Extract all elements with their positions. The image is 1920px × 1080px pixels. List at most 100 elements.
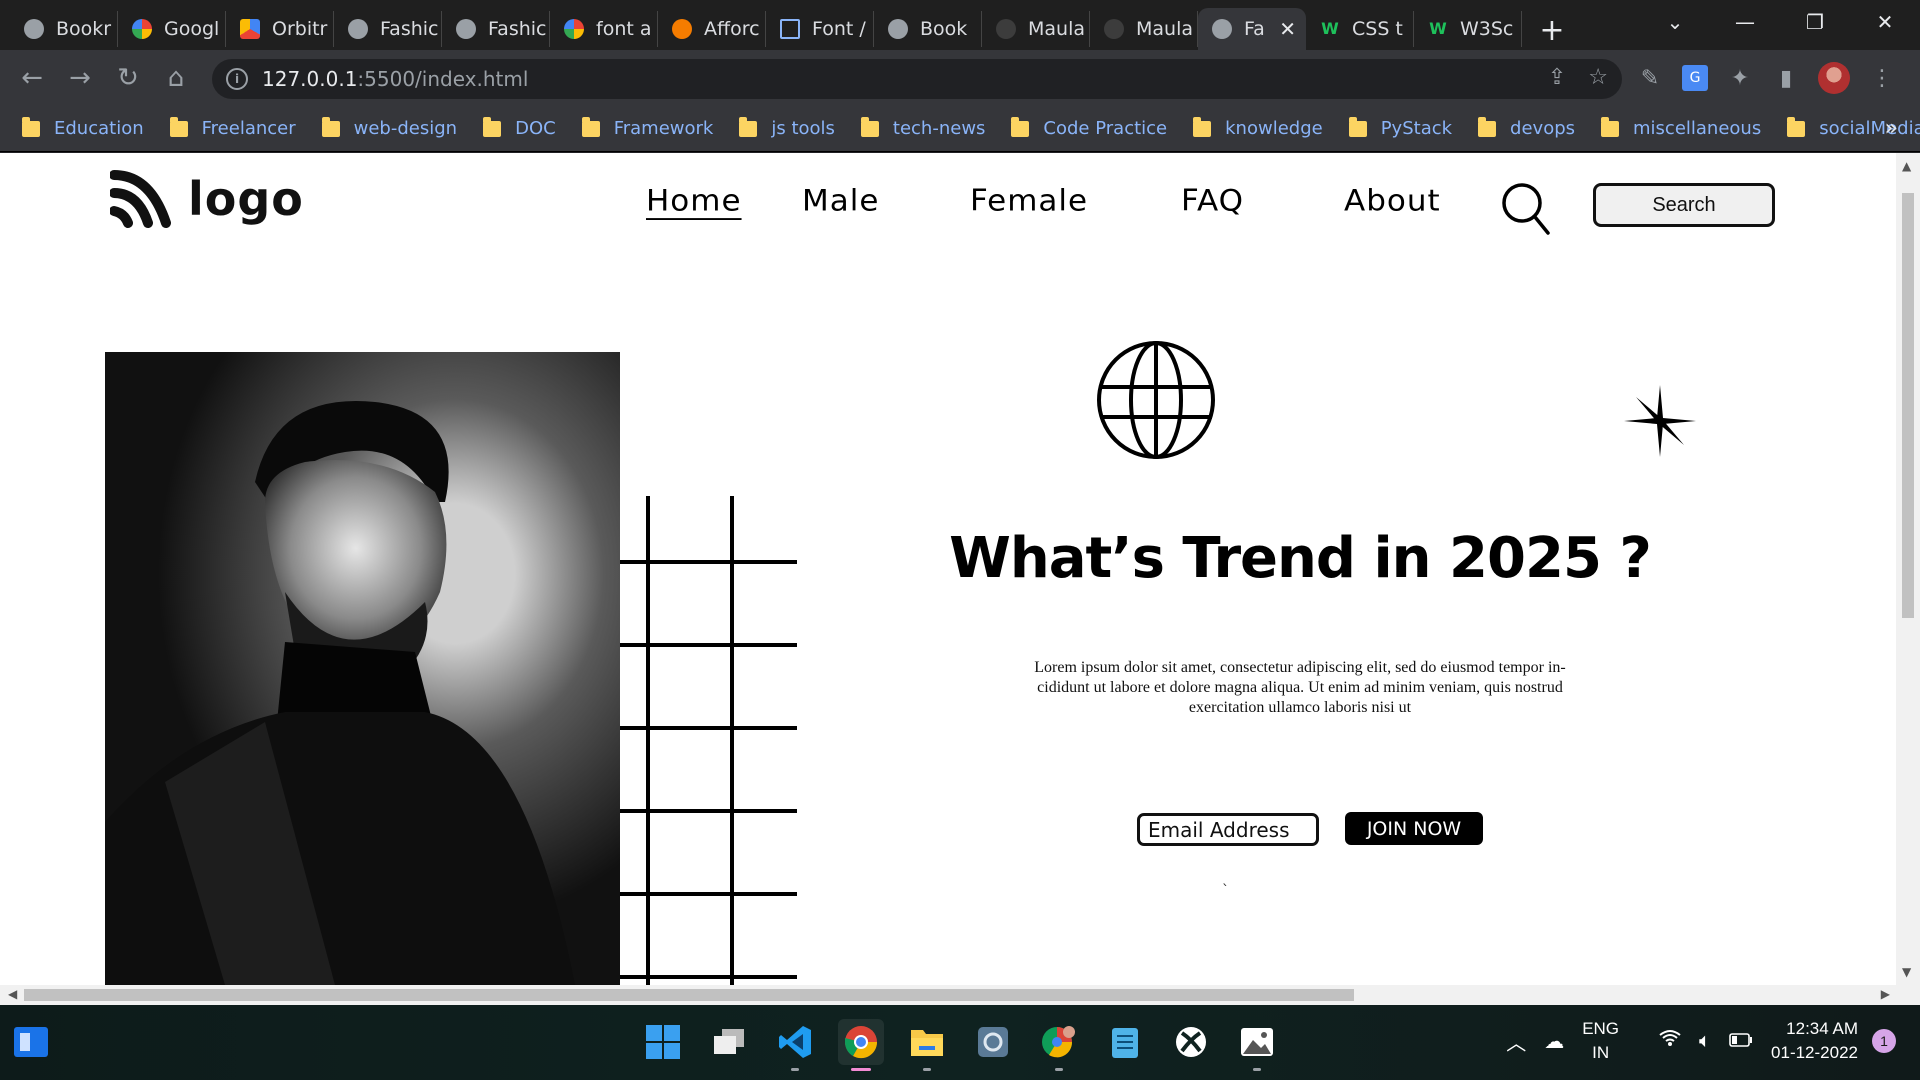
home-icon[interactable]: ⌂ xyxy=(160,62,192,94)
bookmark-folder[interactable]: Education xyxy=(22,116,144,139)
minimize-icon[interactable]: — xyxy=(1710,0,1780,44)
address-bar[interactable]: i 127.0.0.1:5500/index.html ⇪ ☆ xyxy=(212,59,1622,99)
vertical-scrollbar[interactable]: ▲ ▼ xyxy=(1896,153,1920,985)
onedrive-icon[interactable]: ☁ xyxy=(1544,1029,1564,1054)
screen-capture-icon[interactable] xyxy=(970,1019,1016,1065)
tab[interactable]: Maula xyxy=(1090,11,1198,47)
photos-icon[interactable] xyxy=(1234,1019,1280,1071)
scroll-left-icon[interactable]: ◀ xyxy=(8,987,17,1001)
clock[interactable]: 12:34 AM 01-12-2022 xyxy=(1771,1017,1858,1065)
nav-home[interactable]: Home xyxy=(646,184,742,218)
scroll-up-icon[interactable]: ▲ xyxy=(1902,159,1911,173)
bookmark-folder[interactable]: devops xyxy=(1478,116,1575,139)
bookmark-folder[interactable]: web-design xyxy=(321,116,457,139)
bookmark-label: Framework xyxy=(613,118,714,139)
back-icon[interactable]: ← xyxy=(16,62,48,94)
globe-icon xyxy=(1212,19,1232,39)
new-tab-button[interactable]: + xyxy=(1532,10,1572,50)
notepad-icon[interactable] xyxy=(1102,1019,1148,1065)
tab[interactable]: Afforc xyxy=(658,11,766,47)
clock-date: 01-12-2022 xyxy=(1771,1043,1858,1062)
hero-photo xyxy=(105,352,620,985)
portrait-silhouette xyxy=(105,401,575,985)
tab[interactable]: Fashic xyxy=(334,11,442,47)
scroll-right-icon[interactable]: ▶ xyxy=(1881,987,1890,1001)
nav-faq[interactable]: FAQ xyxy=(1181,184,1244,218)
nav-male[interactable]: Male xyxy=(802,184,879,218)
join-now-button[interactable]: JOIN NOW xyxy=(1345,812,1483,845)
side-panel-icon[interactable]: ▮ xyxy=(1772,64,1800,92)
search-button[interactable]: Search xyxy=(1593,183,1775,227)
widgets-icon[interactable] xyxy=(14,1027,48,1057)
bookmark-folder[interactable]: js tools xyxy=(739,116,835,139)
horizontal-scrollbar[interactable]: ◀ ▶ xyxy=(0,985,1920,1005)
bookmark-folder[interactable]: knowledge xyxy=(1193,116,1323,139)
language-indicator[interactable]: ENG IN xyxy=(1582,1017,1619,1065)
wifi-icon[interactable] xyxy=(1659,1029,1681,1053)
hero-paragraph: Lorem ipsum dolor sit amet, consectetur … xyxy=(1034,659,1566,716)
windows-start-icon[interactable] xyxy=(640,1019,686,1065)
tab-title: CSS t xyxy=(1352,18,1403,40)
kebab-menu-icon[interactable]: ⋮ xyxy=(1868,64,1896,92)
tab[interactable]: Googl xyxy=(118,11,226,47)
eyedropper-extension-icon[interactable]: ✎ xyxy=(1636,64,1664,92)
reload-icon[interactable]: ↻ xyxy=(112,62,144,94)
search-icon[interactable] xyxy=(1500,181,1552,237)
tab[interactable]: Font / xyxy=(766,11,874,47)
tab[interactable]: Maula xyxy=(982,11,1090,47)
share-icon[interactable]: ⇪ xyxy=(1548,65,1566,90)
site-info-icon[interactable]: i xyxy=(226,68,248,90)
tab[interactable]: Orbitr xyxy=(226,11,334,47)
bookmark-folder[interactable]: Freelancer xyxy=(169,116,296,139)
bookmark-folder[interactable]: Framework xyxy=(581,116,714,139)
nav-about[interactable]: About xyxy=(1344,184,1441,218)
site-logo[interactable]: logo xyxy=(110,169,304,229)
nav-female[interactable]: Female xyxy=(970,184,1088,218)
close-icon[interactable]: ✕ xyxy=(1279,17,1296,41)
tab-title: font a xyxy=(596,18,652,40)
scrollbar-thumb[interactable] xyxy=(24,989,1354,1001)
tab-active[interactable]: Fa ✕ xyxy=(1198,8,1306,50)
tab[interactable]: font a xyxy=(550,11,658,47)
scroll-down-icon[interactable]: ▼ xyxy=(1902,965,1911,979)
bookmark-label: DOC xyxy=(515,118,556,139)
restore-icon[interactable]: ❐ xyxy=(1780,0,1850,44)
chrome-icon[interactable] xyxy=(838,1019,884,1071)
tab[interactable]: W CSS t xyxy=(1306,11,1414,47)
translate-extension-icon[interactable]: G xyxy=(1682,65,1708,91)
scrollbar-thumb[interactable] xyxy=(1902,193,1914,618)
folder-icon xyxy=(483,116,502,137)
chevron-up-icon[interactable]: ︿ xyxy=(1506,1027,1526,1056)
battery-icon[interactable] xyxy=(1729,1030,1753,1053)
file-explorer-icon[interactable] xyxy=(904,1019,950,1071)
puzzle-icon[interactable]: ✦ xyxy=(1726,64,1754,92)
volume-icon[interactable]: 🔈︎ xyxy=(1699,1030,1711,1053)
chrome-profile-icon[interactable] xyxy=(1036,1019,1082,1071)
bookmark-folder[interactable]: Code Practice xyxy=(1011,116,1167,139)
bookmark-folder[interactable]: tech-news xyxy=(860,116,985,139)
tab[interactable]: Book xyxy=(874,11,982,47)
email-field[interactable] xyxy=(1137,813,1319,846)
tab-search-icon[interactable]: ⌄ xyxy=(1640,0,1710,44)
language: ENG xyxy=(1582,1019,1620,1038)
tab[interactable]: Bookr xyxy=(10,11,118,47)
bookmark-folder[interactable]: DOC xyxy=(483,116,556,139)
xbox-icon[interactable] xyxy=(1168,1019,1214,1065)
google-meet-icon xyxy=(132,19,152,39)
star-icon[interactable]: ☆ xyxy=(1588,65,1608,90)
vscode-icon[interactable] xyxy=(772,1019,818,1071)
taskbar-apps xyxy=(640,1019,1280,1071)
bookmark-folder[interactable]: miscellaneous xyxy=(1601,116,1761,139)
close-window-icon[interactable]: ✕ xyxy=(1850,0,1920,44)
bookmark-folder[interactable]: socialMedia xyxy=(1787,116,1920,139)
forward-icon[interactable]: → xyxy=(64,62,96,94)
task-view-icon[interactable] xyxy=(706,1019,752,1065)
bookmarks-overflow-button[interactable]: » xyxy=(1885,116,1898,141)
avatar[interactable] xyxy=(1818,62,1850,94)
tab[interactable]: Fashic xyxy=(442,11,550,47)
notification-badge[interactable]: 1 xyxy=(1872,1029,1896,1053)
bookmark-folder[interactable]: PyStack xyxy=(1348,116,1452,139)
url-text[interactable]: 127.0.0.1:5500/index.html xyxy=(262,67,528,91)
photos-glyph xyxy=(1241,1028,1273,1056)
tab[interactable]: W W3Sc xyxy=(1414,11,1522,47)
